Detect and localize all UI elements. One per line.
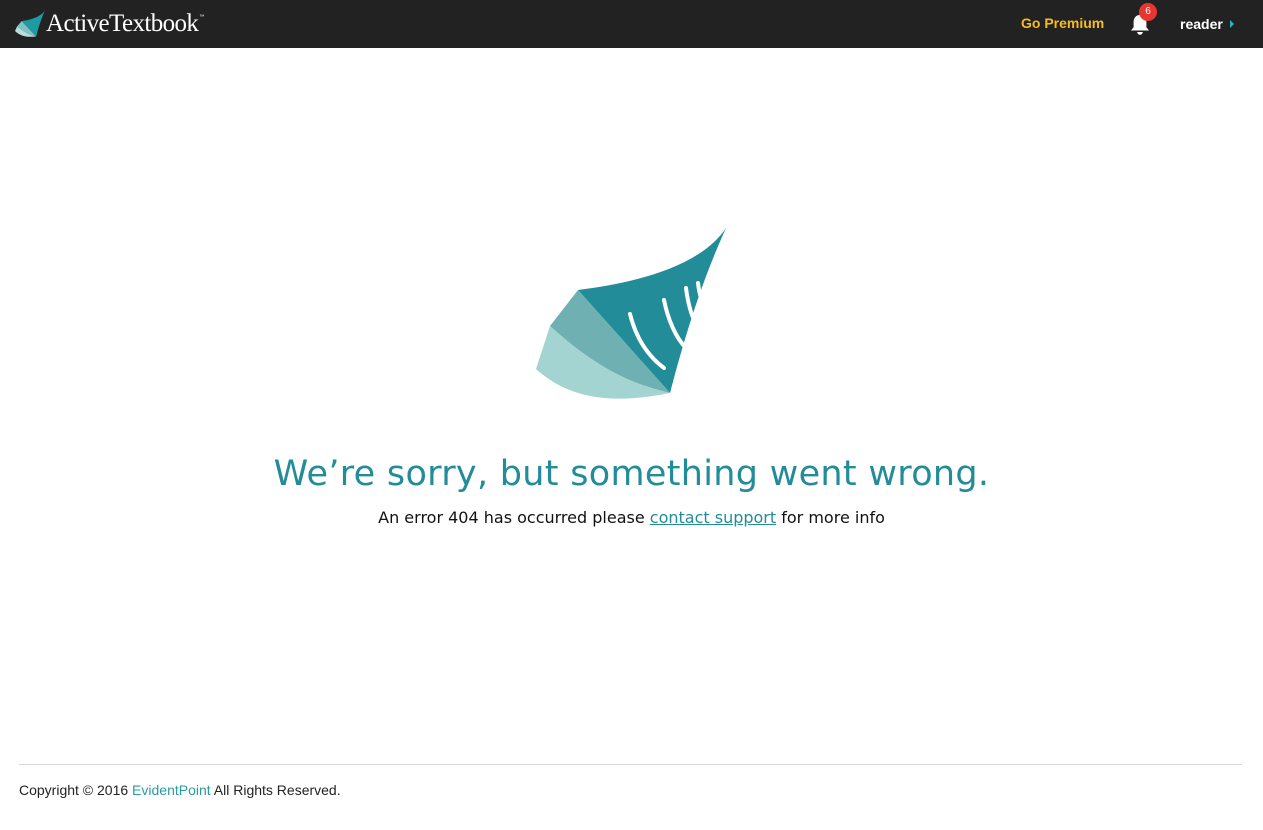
brand-name: ActiveTextbook bbox=[46, 10, 199, 37]
notifications-button[interactable]: 6 bbox=[1130, 3, 1157, 36]
copyright-prefix: Copyright © 2016 bbox=[19, 782, 129, 798]
top-navbar: ActiveTextbook ™ Go Premium 6 reader bbox=[0, 0, 1263, 48]
activetextbook-logo-icon bbox=[15, 10, 45, 37]
error-message-prefix: An error 404 has occurred please bbox=[378, 508, 645, 527]
footer-divider bbox=[19, 764, 1242, 765]
notification-count-badge: 6 bbox=[1139, 3, 1157, 21]
error-page-logo-icon bbox=[536, 228, 726, 399]
go-premium-link[interactable]: Go Premium bbox=[1021, 14, 1104, 32]
error-message: An error 404 has occurred please contact… bbox=[0, 506, 1263, 530]
caret-right-icon bbox=[1229, 20, 1234, 28]
trademark-mark: ™ bbox=[199, 14, 205, 20]
error-message-suffix: for more info bbox=[781, 508, 885, 527]
footer-copyright: Copyright © 2016 EvidentPoint All Rights… bbox=[19, 781, 341, 799]
brand-home-link[interactable]: ActiveTextbook ™ bbox=[15, 8, 204, 40]
user-menu[interactable]: reader bbox=[1180, 15, 1234, 33]
copyright-suffix: All Rights Reserved. bbox=[213, 782, 341, 798]
user-name: reader bbox=[1180, 16, 1223, 32]
contact-support-link[interactable]: contact support bbox=[650, 508, 776, 527]
error-heading: We’re sorry, but something went wrong. bbox=[273, 454, 990, 494]
evidentpoint-link[interactable]: EvidentPoint bbox=[132, 782, 211, 798]
